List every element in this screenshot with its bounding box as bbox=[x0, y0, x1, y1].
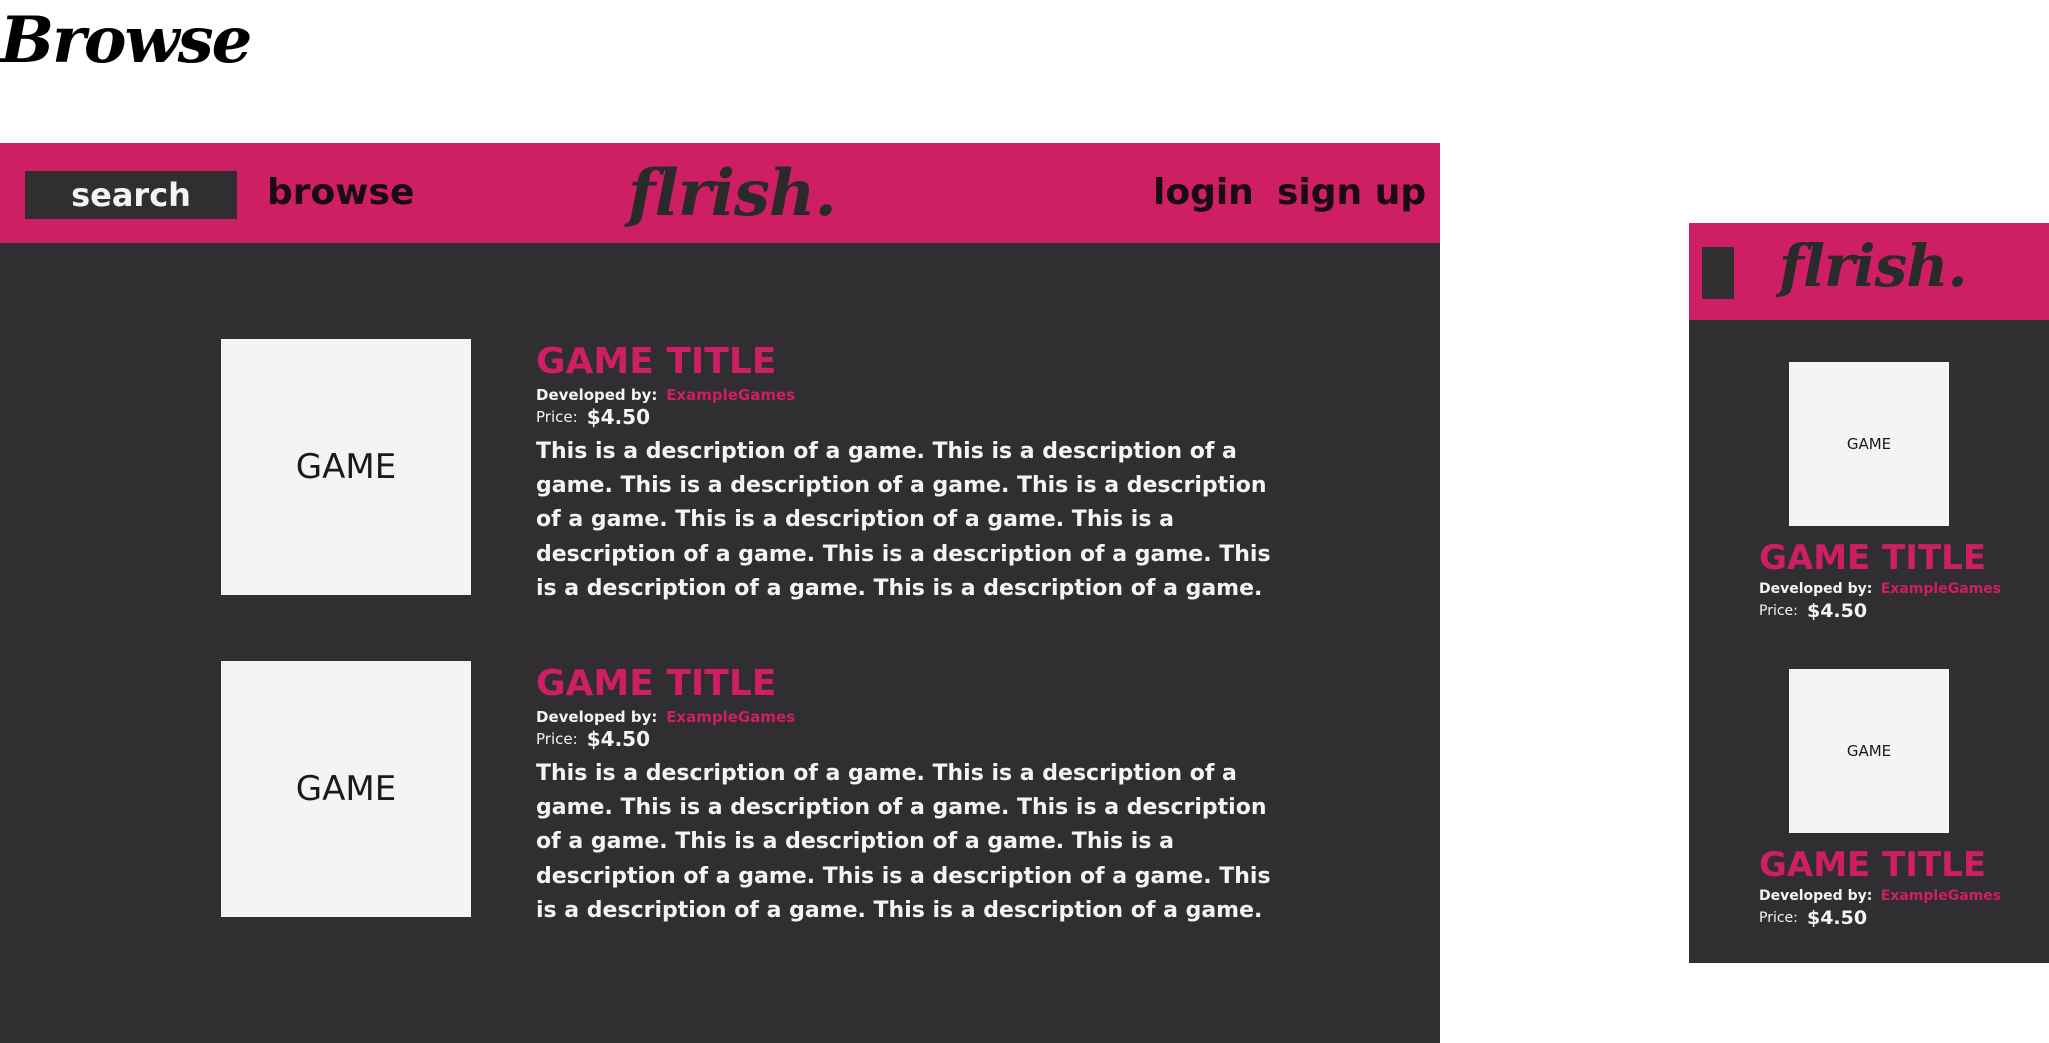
developer-link[interactable]: ExampleGames bbox=[1881, 581, 2001, 597]
game-description: This is a description of a game. This is… bbox=[536, 439, 1271, 601]
game-title[interactable]: GAME TITLE bbox=[536, 339, 1296, 385]
game-title[interactable]: GAME TITLE bbox=[1759, 537, 2049, 579]
desktop-mockup: search browse flrish. login sign up GAME… bbox=[0, 143, 1440, 1043]
game-info: GAME TITLE Developed by: ExampleGames Pr… bbox=[536, 661, 1296, 928]
developer-line: Developed by: ExampleGames bbox=[536, 707, 1296, 727]
game-title[interactable]: GAME TITLE bbox=[1759, 844, 2049, 886]
game-info: GAME TITLE Developed by: ExampleGames Pr… bbox=[536, 339, 1296, 606]
price-line: Price: $4.50 bbox=[1759, 599, 2049, 624]
developed-by-label: Developed by: bbox=[536, 708, 658, 726]
developed-by-label: Developed by: bbox=[1759, 888, 1873, 904]
developer-link[interactable]: ExampleGames bbox=[666, 386, 795, 404]
game-info: GAME TITLE Developed by: ExampleGames Pr… bbox=[1759, 844, 2049, 931]
menu-icon[interactable] bbox=[1702, 247, 1734, 299]
logo[interactable]: flrish. bbox=[1779, 233, 1968, 299]
price-value: $4.50 bbox=[586, 727, 651, 751]
price-line: Price: $4.50 bbox=[536, 727, 1296, 753]
price-label: Price: bbox=[1759, 603, 1798, 619]
game-thumbnail[interactable]: GAME bbox=[1789, 362, 1949, 526]
nav-browse-link[interactable]: browse bbox=[267, 167, 414, 219]
price-label: Price: bbox=[536, 730, 578, 748]
mobile-mockup: flrish. GAME GAME TITLE Developed by: Ex… bbox=[1689, 223, 2049, 963]
game-title[interactable]: GAME TITLE bbox=[536, 661, 1296, 707]
game-list-item: GAME GAME TITLE Developed by: ExampleGam… bbox=[221, 661, 1321, 923]
developed-by-label: Developed by: bbox=[536, 386, 658, 404]
developed-by-label: Developed by: bbox=[1759, 581, 1873, 597]
developer-line: Developed by: ExampleGames bbox=[1759, 886, 2049, 906]
game-card: GAME GAME TITLE Developed by: ExampleGam… bbox=[1689, 669, 2049, 963]
game-thumbnail[interactable]: GAME bbox=[221, 661, 471, 917]
price-line: Price: $4.50 bbox=[1759, 906, 2049, 931]
navbar: search browse flrish. login sign up bbox=[0, 143, 1440, 243]
price-line: Price: $4.50 bbox=[536, 405, 1296, 431]
game-thumbnail[interactable]: GAME bbox=[221, 339, 471, 595]
price-label: Price: bbox=[1759, 910, 1798, 926]
price-label: Price: bbox=[536, 408, 578, 426]
nav-signup-link[interactable]: sign up bbox=[1277, 167, 1426, 219]
logo[interactable]: flrish. bbox=[628, 159, 837, 229]
price-value: $4.50 bbox=[1806, 907, 1868, 929]
developer-line: Developed by: ExampleGames bbox=[536, 385, 1296, 405]
price-value: $4.50 bbox=[586, 405, 651, 429]
game-list-item: GAME GAME TITLE Developed by: ExampleGam… bbox=[221, 339, 1321, 601]
game-info: GAME TITLE Developed by: ExampleGames Pr… bbox=[1759, 537, 2049, 624]
game-card: GAME GAME TITLE Developed by: ExampleGam… bbox=[1689, 362, 2049, 662]
page-title: Browse bbox=[0, 3, 252, 78]
nav-login-link[interactable]: login bbox=[1153, 167, 1254, 219]
price-value: $4.50 bbox=[1806, 600, 1868, 622]
developer-link[interactable]: ExampleGames bbox=[1881, 888, 2001, 904]
developer-line: Developed by: ExampleGames bbox=[1759, 579, 2049, 599]
game-description: This is a description of a game. This is… bbox=[536, 761, 1271, 923]
search-button[interactable]: search bbox=[25, 171, 237, 219]
mobile-header: flrish. bbox=[1689, 223, 2049, 320]
game-thumbnail[interactable]: GAME bbox=[1789, 669, 1949, 833]
developer-link[interactable]: ExampleGames bbox=[666, 708, 795, 726]
